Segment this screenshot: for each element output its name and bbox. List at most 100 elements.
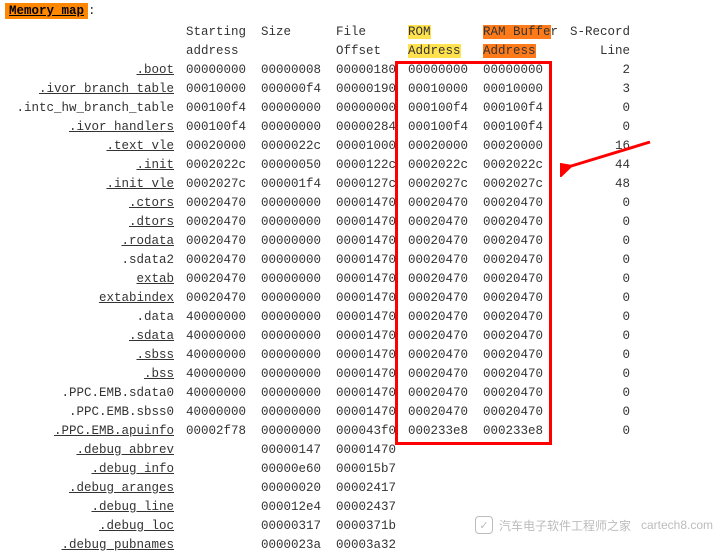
starting-address: 00020000	[180, 136, 255, 155]
file-offset: 0000127c	[330, 174, 402, 193]
ram-buffer-address: 00020470	[477, 326, 564, 345]
table-row: .PPC.EMB.sdata04000000000000000000014700…	[5, 383, 636, 402]
file-offset: 00001470	[330, 345, 402, 364]
header-file: File	[330, 22, 402, 41]
table-row: .init_vle0002027c000001f40000127c0002027…	[5, 174, 636, 193]
section-name: .ctors	[5, 193, 180, 212]
rom-address	[402, 478, 477, 497]
header-row-2: address Offset Address Address Line	[5, 41, 636, 60]
rom-address: 00010000	[402, 79, 477, 98]
ram-buffer-address	[477, 440, 564, 459]
section-name: .init	[5, 155, 180, 174]
size: 00000317	[255, 516, 330, 535]
ram-buffer-address	[477, 478, 564, 497]
ram-buffer-address: 000100f4	[477, 117, 564, 136]
section-name: .PPC.EMB.apuinfo	[5, 421, 180, 440]
starting-address: 00002f78	[180, 421, 255, 440]
table-row: .boot00000000000000080000018000000000000…	[5, 60, 636, 79]
header-row-1: Starting Size File ROM RAM Buffer S-Reco…	[5, 22, 636, 41]
srecord-line: 0	[564, 250, 636, 269]
size: 000000f4	[255, 79, 330, 98]
size: 00000000	[255, 98, 330, 117]
table-row: .init0002022c000000500000122c0002022c000…	[5, 155, 636, 174]
file-offset: 00001470	[330, 307, 402, 326]
size: 00000000	[255, 421, 330, 440]
srecord-line: 48	[564, 174, 636, 193]
size: 00000000	[255, 383, 330, 402]
srecord-line	[564, 459, 636, 478]
rom-address: 00020470	[402, 364, 477, 383]
srecord-line: 0	[564, 421, 636, 440]
header-line: Line	[564, 41, 636, 60]
size: 00000000	[255, 288, 330, 307]
ram-buffer-address: 00020470	[477, 383, 564, 402]
ram-buffer-address: 00020470	[477, 364, 564, 383]
file-offset: 00001470	[330, 326, 402, 345]
table-row: .debug_aranges0000002000002417	[5, 478, 636, 497]
srecord-line: 0	[564, 307, 636, 326]
srecord-line: 3	[564, 79, 636, 98]
size: 000012e4	[255, 497, 330, 516]
table-row: .rodata000204700000000000001470000204700…	[5, 231, 636, 250]
starting-address: 00020470	[180, 288, 255, 307]
size: 00000000	[255, 117, 330, 136]
section-name: .debug_aranges	[5, 478, 180, 497]
file-offset: 00002437	[330, 497, 402, 516]
starting-address: 000100f4	[180, 117, 255, 136]
starting-address: 0002027c	[180, 174, 255, 193]
section-name: .rodata	[5, 231, 180, 250]
srecord-line: 16	[564, 136, 636, 155]
file-offset: 00000284	[330, 117, 402, 136]
ram-buffer-address: 0002022c	[477, 155, 564, 174]
ram-buffer-address: 00020470	[477, 269, 564, 288]
srecord-line: 0	[564, 326, 636, 345]
rom-address: 00020470	[402, 231, 477, 250]
rom-address	[402, 497, 477, 516]
header-starting: Starting	[180, 22, 255, 41]
section-name: .text_vle	[5, 136, 180, 155]
file-offset: 00001470	[330, 440, 402, 459]
size: 00000000	[255, 193, 330, 212]
size: 00000000	[255, 269, 330, 288]
rom-address: 00020470	[402, 250, 477, 269]
header-ram-address: Address	[477, 41, 564, 60]
rom-address: 00000000	[402, 60, 477, 79]
size: 000001f4	[255, 174, 330, 193]
header-srecord: S-Record	[564, 22, 636, 41]
ram-buffer-address: 00020470	[477, 288, 564, 307]
size: 00000e60	[255, 459, 330, 478]
rom-address: 000233e8	[402, 421, 477, 440]
size: 00000000	[255, 231, 330, 250]
section-name: .debug_loc	[5, 516, 180, 535]
starting-address: 40000000	[180, 402, 255, 421]
starting-address	[180, 516, 255, 535]
size: 0000022c	[255, 136, 330, 155]
ram-buffer-address: 00020470	[477, 345, 564, 364]
table-row: .sdata4000000000000000000014700002047000…	[5, 326, 636, 345]
file-offset: 000015b7	[330, 459, 402, 478]
srecord-line: 0	[564, 212, 636, 231]
srecord-line: 0	[564, 288, 636, 307]
starting-address	[180, 497, 255, 516]
table-row: .debug_info00000e60000015b7	[5, 459, 636, 478]
size: 00000050	[255, 155, 330, 174]
ram-buffer-address	[477, 535, 564, 554]
section-name: .init_vle	[5, 174, 180, 193]
starting-address	[180, 459, 255, 478]
rom-address	[402, 459, 477, 478]
table-row: .debug_line000012e400002437	[5, 497, 636, 516]
starting-address: 40000000	[180, 307, 255, 326]
file-offset: 00001000	[330, 136, 402, 155]
section-name: .boot	[5, 60, 180, 79]
starting-address: 40000000	[180, 383, 255, 402]
header-size: Size	[255, 22, 330, 41]
rom-address: 000100f4	[402, 117, 477, 136]
table-row: extabindex000204700000000000001470000204…	[5, 288, 636, 307]
ram-buffer-address: 00020470	[477, 231, 564, 250]
table-row: .debug_pubnames0000023a00003a32	[5, 535, 636, 554]
srecord-line	[564, 535, 636, 554]
rom-address: 00020470	[402, 288, 477, 307]
srecord-line: 0	[564, 383, 636, 402]
starting-address: 40000000	[180, 364, 255, 383]
srecord-line: 0	[564, 402, 636, 421]
